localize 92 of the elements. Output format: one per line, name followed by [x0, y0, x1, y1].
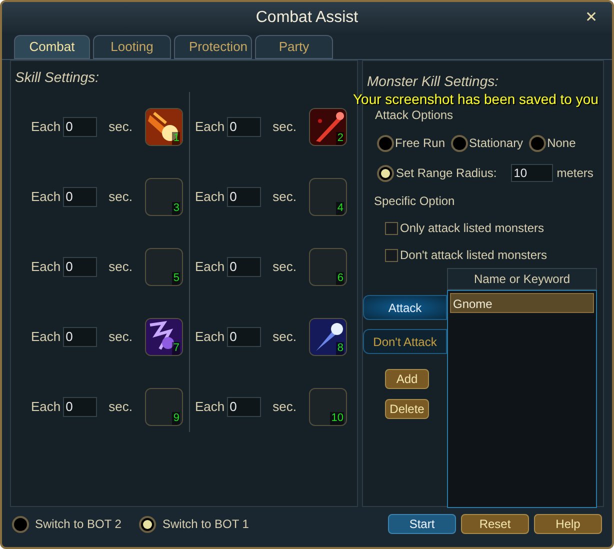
checkbox-label: Only attack listed monsters: [400, 220, 544, 237]
dialog-button[interactable]: Start: [388, 514, 456, 534]
fireball-icon: [146, 109, 182, 145]
radio-label: Set Range Radius:: [396, 165, 497, 182]
each-label: Each: [195, 258, 225, 276]
seconds-field[interactable]: 0: [62, 327, 97, 347]
seconds-field[interactable]: 0: [226, 327, 261, 347]
meters-label: meters: [556, 165, 594, 182]
seconds-field[interactable]: 0: [226, 187, 261, 207]
skill-slot[interactable]: 8: [309, 318, 348, 356]
seconds-field[interactable]: 0: [62, 117, 97, 137]
seconds-label: sec.: [272, 398, 296, 416]
radio-label: Switch to BOT 2: [35, 516, 122, 533]
seconds-label: sec.: [108, 398, 132, 416]
seconds-field[interactable]: 0: [62, 257, 97, 277]
slot-number: 7: [172, 342, 180, 355]
each-label: Each: [195, 328, 225, 346]
seconds-label: sec.: [272, 328, 296, 346]
skill-slot[interactable]: 10: [309, 388, 348, 426]
slot-number: 3: [172, 202, 180, 215]
seconds-label: sec.: [272, 118, 296, 136]
radio-label: None: [547, 135, 576, 152]
each-label: Each: [31, 328, 61, 346]
skill-slot[interactable]: 7: [145, 318, 184, 356]
skill-slot[interactable]: 3: [145, 178, 184, 216]
column-header: Name or Keyword: [447, 268, 597, 290]
skill-slot[interactable]: 1: [145, 108, 184, 146]
skill-slot[interactable]: 2: [309, 108, 348, 146]
seconds-label: sec.: [272, 188, 296, 206]
slot-number: 5: [172, 272, 180, 285]
each-label: Each: [195, 118, 225, 136]
slot-number: 1: [172, 132, 180, 145]
list-tab[interactable]: Don't Attack: [363, 329, 447, 354]
radio-button[interactable]: [377, 134, 394, 152]
seconds-label: sec.: [108, 328, 132, 346]
radio-label: Free Run: [395, 135, 446, 152]
each-label: Each: [195, 188, 225, 206]
section-heading: Monster Kill Settings:: [366, 72, 500, 89]
skill-slot[interactable]: 5: [145, 248, 184, 286]
each-label: Each: [195, 398, 225, 416]
dialog-button[interactable]: Help: [534, 514, 602, 534]
add-button[interactable]: Add: [385, 369, 429, 389]
slash-icon: [310, 109, 346, 145]
radio-label: Stationary: [469, 135, 524, 152]
radio-button[interactable]: [12, 516, 29, 532]
radio-button[interactable]: [139, 516, 156, 532]
slot-number: 8: [336, 342, 344, 355]
seconds-label: sec.: [108, 258, 132, 276]
screenshot-notification: Your screenshot has been saved to you: [353, 91, 600, 107]
close-button[interactable]: ✕: [585, 7, 598, 30]
radio-button[interactable]: [529, 134, 546, 152]
checkbox[interactable]: [385, 222, 398, 234]
seconds-label: sec.: [108, 188, 132, 206]
delete-button[interactable]: Delete: [385, 399, 429, 419]
checkbox-label: Don't attack listed monsters: [400, 247, 548, 264]
radius-field[interactable]: 10: [510, 164, 553, 182]
checkbox[interactable]: [385, 248, 398, 262]
skill-slot[interactable]: 4: [309, 178, 348, 216]
group-label: Specific Option: [373, 193, 456, 210]
seconds-label: sec.: [272, 258, 296, 276]
seconds-field[interactable]: 0: [226, 397, 261, 417]
radio-label: Switch to BOT 1: [162, 516, 249, 533]
slot-number: 4: [336, 202, 344, 215]
list-tab[interactable]: Attack: [363, 295, 447, 320]
slot-number: 2: [336, 132, 344, 145]
each-label: Each: [31, 398, 61, 416]
slot-number: 6: [336, 272, 344, 285]
each-label: Each: [31, 188, 61, 206]
tab[interactable]: Protection: [174, 35, 252, 59]
seconds-field[interactable]: 0: [226, 117, 261, 137]
tab[interactable]: Party: [255, 35, 333, 59]
tab[interactable]: Combat: [14, 35, 90, 59]
radio-button[interactable]: [451, 134, 468, 152]
seconds-field[interactable]: 0: [62, 397, 97, 417]
skill-slot[interactable]: 9: [145, 388, 184, 426]
each-label: Each: [31, 118, 61, 136]
radio-button[interactable]: [377, 164, 394, 182]
dialog-button[interactable]: Reset: [461, 514, 529, 534]
skill-slot[interactable]: 6: [309, 248, 348, 286]
comet-icon: [310, 319, 346, 355]
window-title: Combat Assist: [256, 8, 358, 28]
slot-number: 9: [172, 412, 180, 425]
list-item[interactable]: Gnome: [450, 293, 594, 313]
seconds-label: sec.: [108, 118, 132, 136]
slot-number: 10: [330, 412, 344, 425]
seconds-field[interactable]: 0: [62, 187, 97, 207]
group-label: Attack Options: [374, 108, 454, 122]
seconds-field[interactable]: 0: [226, 257, 261, 277]
tab[interactable]: Looting: [93, 35, 171, 59]
each-label: Each: [31, 258, 61, 276]
section-heading: Skill Settings:: [14, 68, 100, 87]
lightning-icon: [146, 319, 182, 355]
